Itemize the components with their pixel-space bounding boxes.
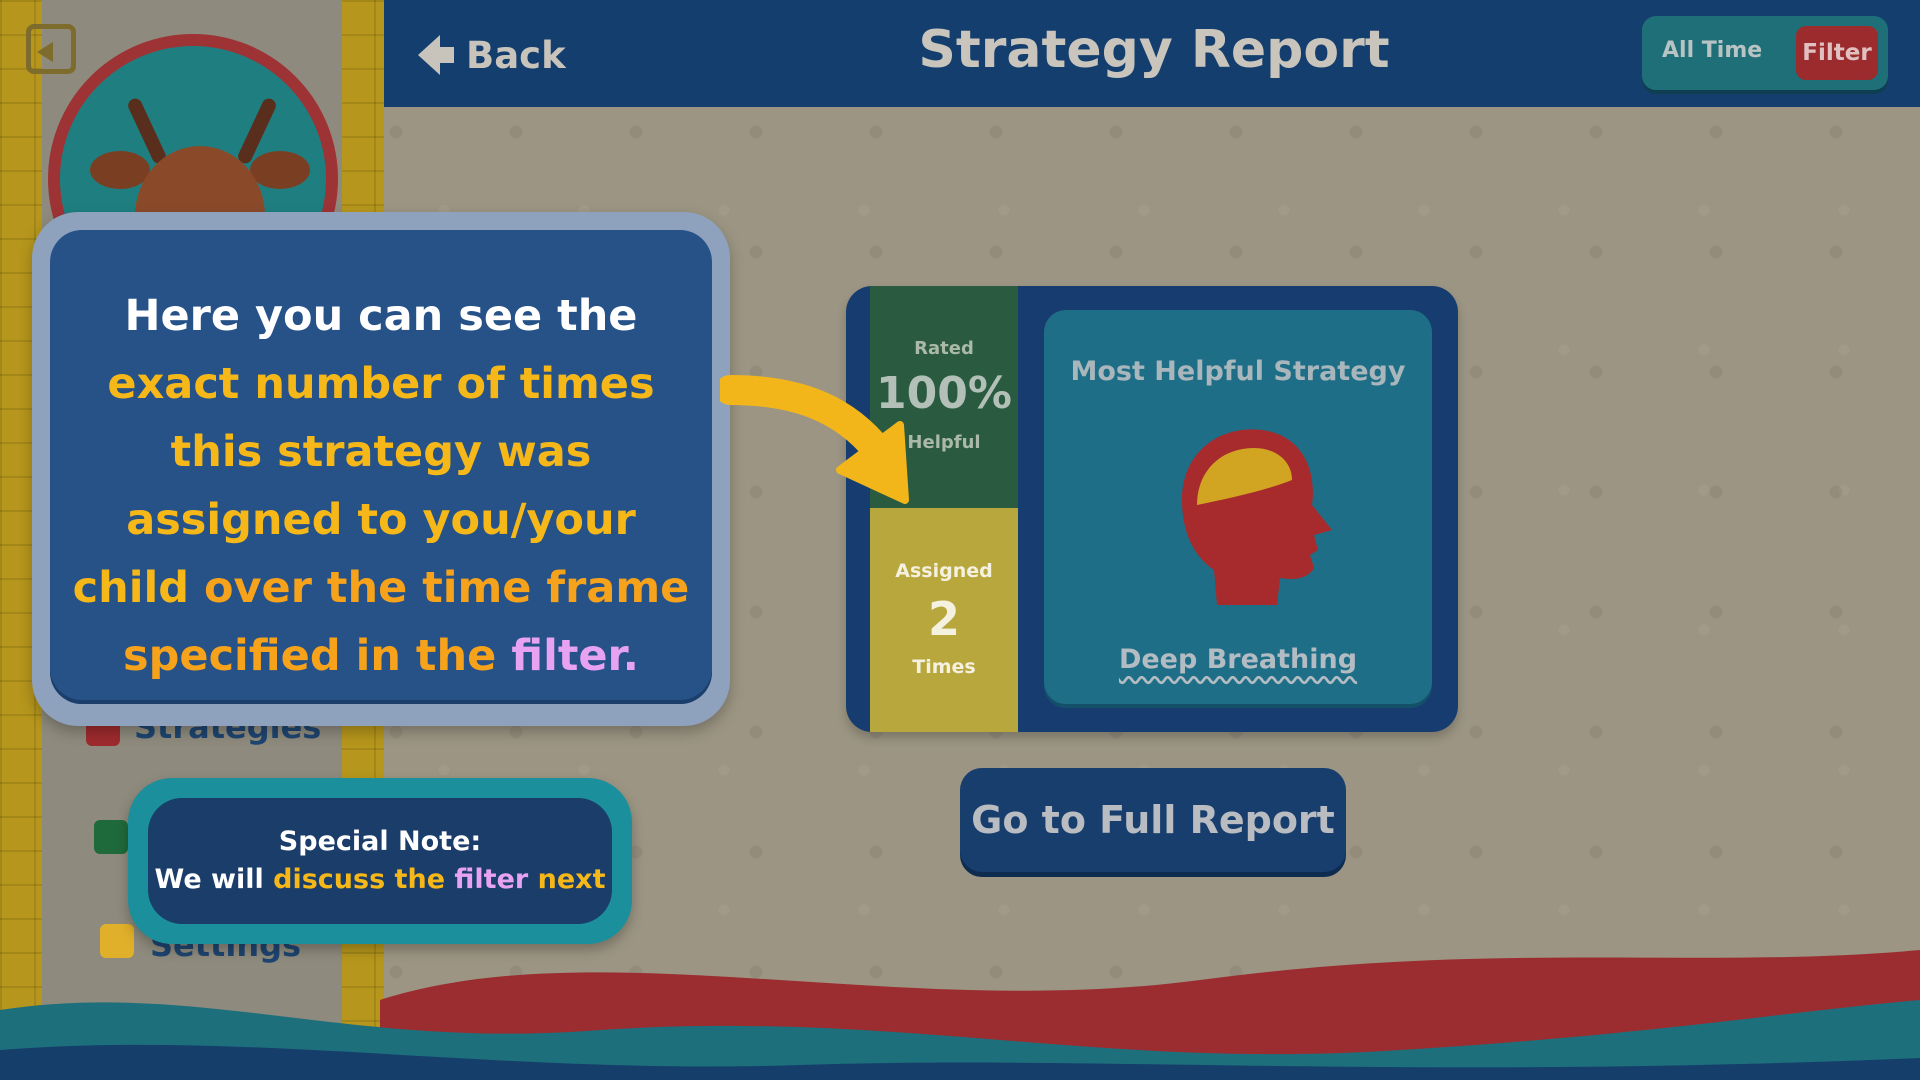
assigned-label: Assigned	[895, 560, 993, 582]
wave-decoration	[0, 950, 1920, 1080]
assigned-panel: Assigned 2 Times	[870, 508, 1018, 732]
note-filter-word: filter	[454, 864, 529, 895]
filter-control: All Time Filter	[1642, 16, 1888, 90]
full-report-button[interactable]: Go to Full Report	[960, 768, 1346, 872]
callout-line-6a: specified in the	[123, 631, 512, 681]
most-helpful-title: Most Helpful Strategy	[1070, 356, 1406, 387]
ear-right	[250, 151, 310, 189]
filter-button[interactable]: Filter	[1796, 26, 1878, 80]
assigned-count: 2	[927, 592, 960, 646]
callout-line-5b: over the time frame	[189, 563, 690, 613]
callout-filter-word: filter.	[511, 631, 639, 681]
callout-line-5a: child	[72, 563, 190, 613]
most-helpful-panel[interactable]: Most Helpful Strategy Deep Breathing	[1044, 310, 1432, 704]
callout-line-4: assigned to you/your	[126, 495, 636, 545]
exit-icon[interactable]	[26, 24, 76, 74]
note-prefix: We will	[154, 864, 274, 895]
back-button[interactable]: Back	[418, 30, 566, 80]
callout-line-3: this strategy was	[170, 427, 592, 477]
strategy-name: Deep Breathing	[1118, 644, 1358, 675]
special-note: Special Note: We will discuss the filter…	[128, 778, 632, 944]
note-middle: discuss the	[273, 864, 455, 895]
special-note-title: Special Note:	[278, 826, 482, 857]
pointer-arrow-icon	[720, 375, 909, 504]
back-label: Back	[466, 33, 566, 77]
special-note-body: Special Note: We will discuss the filter…	[148, 798, 612, 924]
strategy-card: Rated 100% Helpful Assigned 2 Times Most…	[846, 286, 1458, 732]
tutorial-callout: Here you can see the exact number of tim…	[32, 212, 730, 726]
back-arrow-icon	[418, 35, 454, 75]
special-note-text: We will discuss the filter next	[148, 864, 612, 895]
head-icon	[1182, 429, 1332, 605]
callout-line-1: Here you can see the	[124, 291, 638, 341]
note-suffix: next	[528, 864, 606, 895]
callout-text: Here you can see the exact number of tim…	[70, 282, 692, 690]
chart-icon[interactable]	[94, 820, 128, 854]
filter-period[interactable]: All Time	[1662, 38, 1762, 63]
ear-left	[90, 151, 150, 189]
callout-body: Here you can see the exact number of tim…	[50, 230, 712, 704]
callout-line-2: exact number of times	[107, 359, 655, 409]
page-title: Strategy Report	[918, 20, 1390, 80]
assigned-sub: Times	[912, 656, 976, 678]
